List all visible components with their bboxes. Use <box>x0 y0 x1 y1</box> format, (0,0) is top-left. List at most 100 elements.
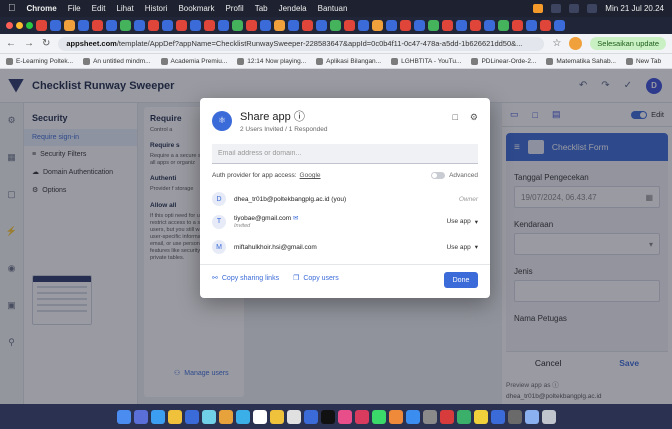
mail-icon[interactable] <box>184 409 199 424</box>
bookmark-item[interactable]: LGHBTITA - YouTu... <box>391 57 461 65</box>
minimize-window-icon[interactable] <box>16 22 23 29</box>
app-icon[interactable] <box>456 409 471 424</box>
trash-icon[interactable] <box>541 409 556 424</box>
tab-favicon[interactable] <box>400 20 411 31</box>
pages-icon[interactable] <box>388 409 403 424</box>
menu-history[interactable]: Histori <box>145 4 168 13</box>
reload-icon[interactable]: ↻ <box>42 38 50 49</box>
menu-window[interactable]: Jendela <box>279 4 307 13</box>
tv-icon[interactable] <box>320 409 335 424</box>
advanced-toggle[interactable]: Advanced <box>431 172 478 179</box>
profile-icon[interactable] <box>569 37 583 50</box>
menu-tab[interactable]: Tab <box>255 4 268 13</box>
copy-sharing-links-button[interactable]: ⚯ Copy sharing links <box>212 274 279 283</box>
app-icon[interactable] <box>439 409 454 424</box>
menu-help[interactable]: Bantuan <box>318 4 348 13</box>
tab-favicon[interactable] <box>512 20 523 31</box>
launchpad-icon[interactable] <box>133 409 148 424</box>
music-icon[interactable] <box>337 409 352 424</box>
tab-favicon[interactable] <box>148 20 159 31</box>
bookmark-item[interactable]: Matematika Sahab... <box>546 57 616 65</box>
numbers-icon[interactable] <box>371 409 386 424</box>
tab-favicon[interactable] <box>442 20 453 31</box>
tab-favicon[interactable] <box>386 20 397 31</box>
downloads-icon[interactable] <box>524 409 539 424</box>
auth-provider-link[interactable]: Google <box>300 172 321 179</box>
app-icon[interactable] <box>507 409 522 424</box>
menu-file[interactable]: File <box>68 4 81 13</box>
tab-favicon[interactable] <box>274 20 285 31</box>
done-button[interactable]: Done <box>444 272 478 288</box>
tab-favicon[interactable] <box>372 20 383 31</box>
menu-app-name[interactable]: Chrome <box>27 4 57 13</box>
tab-favicon[interactable] <box>176 20 187 31</box>
photos-icon[interactable] <box>218 409 233 424</box>
keynote-icon[interactable] <box>303 409 318 424</box>
chrome-icon[interactable] <box>167 409 182 424</box>
tab-favicon[interactable] <box>428 20 439 31</box>
email-input[interactable] <box>212 144 478 164</box>
tab-favicon[interactable] <box>456 20 467 31</box>
bookmark-item[interactable]: 12:14 Now playing... <box>237 57 306 65</box>
copy-users-button[interactable]: ❐ Copy users <box>293 274 339 283</box>
maps-icon[interactable] <box>201 409 216 424</box>
tab-favicon[interactable] <box>50 20 61 31</box>
menu-view[interactable]: Lihat <box>116 4 133 13</box>
reminders-icon[interactable] <box>286 409 301 424</box>
app-icon[interactable] <box>473 409 488 424</box>
bookmark-item[interactable]: PDLinear-Orde-2... <box>471 57 536 65</box>
star-icon[interactable]: ☆ <box>552 38 561 49</box>
tab-favicon[interactable] <box>344 20 355 31</box>
tab-favicon[interactable] <box>64 20 75 31</box>
battery-icon[interactable] <box>569 4 580 13</box>
tab-favicon[interactable] <box>554 20 565 31</box>
settings-icon[interactable]: ⚙ <box>470 112 478 123</box>
app-icon[interactable] <box>490 409 505 424</box>
close-window-icon[interactable] <box>6 22 13 29</box>
tab-favicon[interactable] <box>232 20 243 31</box>
url-field[interactable]: appsheet.com /template/AppDef?appName=Ch… <box>58 36 545 51</box>
tab-favicon[interactable] <box>218 20 229 31</box>
tab-favicon[interactable] <box>134 20 145 31</box>
apple-icon[interactable]:  <box>8 3 16 14</box>
tab-favicon[interactable] <box>106 20 117 31</box>
tab-favicon[interactable] <box>302 20 313 31</box>
clock[interactable]: Min 21 Jul 20.24 <box>605 4 664 13</box>
tab-favicon[interactable] <box>204 20 215 31</box>
bookmark-item[interactable]: New Tab <box>625 57 661 65</box>
calendar-icon[interactable] <box>252 409 267 424</box>
tab-favicon[interactable] <box>358 20 369 31</box>
settings-icon[interactable] <box>422 409 437 424</box>
menu-profile[interactable]: Profil <box>225 4 243 13</box>
finder-icon[interactable] <box>116 409 131 424</box>
tab-favicon[interactable] <box>162 20 173 31</box>
facetime-icon[interactable] <box>235 409 250 424</box>
info-icon[interactable]: ⓘ <box>294 111 305 123</box>
forward-icon[interactable]: → <box>24 38 34 49</box>
menu-bookmark[interactable]: Bookmark <box>178 4 214 13</box>
tab-favicon[interactable] <box>470 20 481 31</box>
tab-favicon[interactable] <box>36 20 47 31</box>
tab-favicon[interactable] <box>260 20 271 31</box>
role-dropdown[interactable]: Use app ▾ <box>447 243 478 252</box>
tab-favicon[interactable] <box>330 20 341 31</box>
comment-icon[interactable]: □ <box>452 112 457 123</box>
tab-favicon[interactable] <box>540 20 551 31</box>
finish-update-button[interactable]: Selesaikan update <box>590 37 666 50</box>
toggle-switch[interactable] <box>431 172 446 179</box>
back-icon[interactable]: ← <box>6 38 16 49</box>
search-icon[interactable] <box>587 4 598 13</box>
wifi-icon[interactable] <box>551 4 562 13</box>
safari-icon[interactable] <box>150 409 165 424</box>
status-app-icon[interactable] <box>533 4 544 13</box>
menu-edit[interactable]: Edit <box>92 4 106 13</box>
tab-favicon[interactable] <box>414 20 425 31</box>
bookmark-item[interactable]: An untitled mindm... <box>83 57 151 65</box>
bookmark-item[interactable]: Aplikasi Bilangan... <box>316 57 381 65</box>
tab-favicon[interactable] <box>484 20 495 31</box>
podcasts-icon[interactable] <box>354 409 369 424</box>
tab-favicon[interactable] <box>246 20 257 31</box>
tab-favicon[interactable] <box>316 20 327 31</box>
tab-favicon[interactable] <box>78 20 89 31</box>
tab-favicon[interactable] <box>92 20 103 31</box>
